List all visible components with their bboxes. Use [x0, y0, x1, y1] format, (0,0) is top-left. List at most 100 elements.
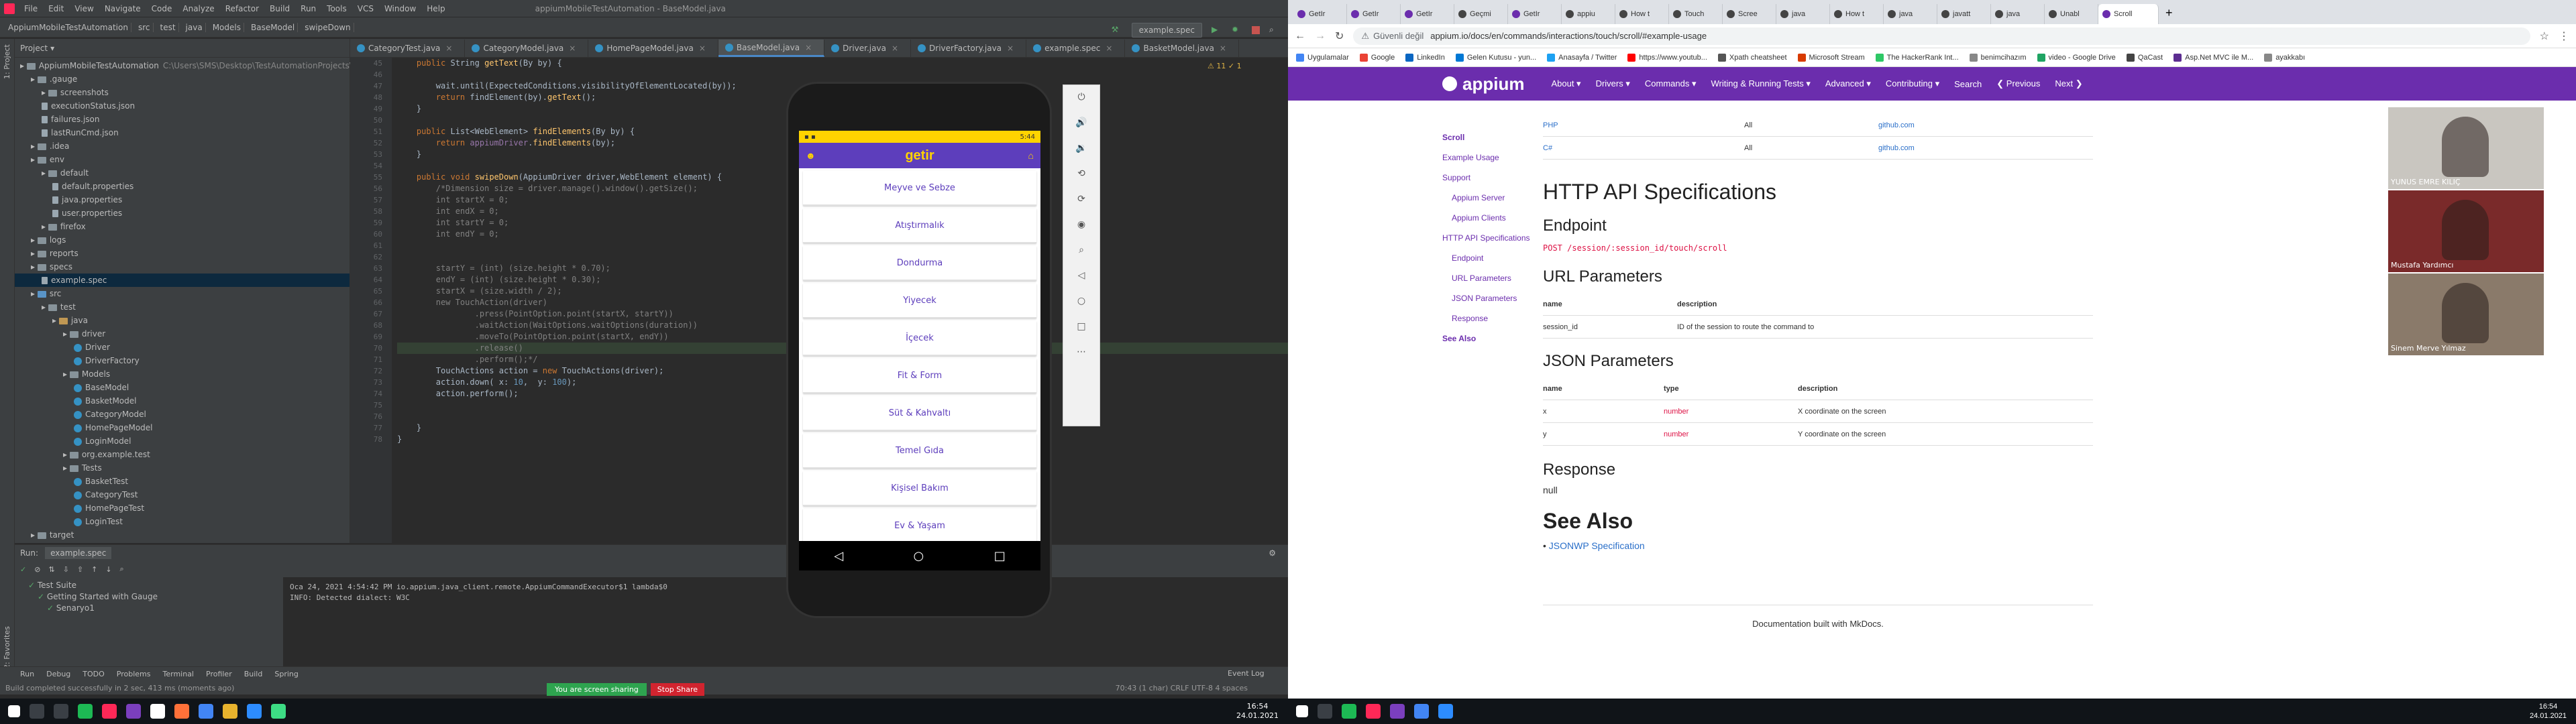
zoom-icon[interactable]: ⌕	[1073, 242, 1089, 258]
sidenav-item[interactable]: See Also	[1442, 328, 1543, 349]
participant-video[interactable]: Sinem Merve Yılmaz	[2388, 274, 2544, 355]
bookmark-item[interactable]: QaCast	[2126, 53, 2163, 62]
project-tree-item[interactable]: CategoryTest	[15, 488, 350, 501]
bookmark-item[interactable]: The HackerRank Int...	[1875, 53, 1959, 62]
menu-build[interactable]: Build	[268, 4, 291, 13]
file-explorer-icon[interactable]	[223, 704, 237, 719]
project-tree-item[interactable]: ▸ Models	[15, 367, 350, 381]
project-tree-item[interactable]: LoginTest	[15, 515, 350, 528]
back-icon[interactable]: ◁	[834, 549, 843, 563]
browser-tab[interactable]: java	[1991, 4, 2045, 24]
nav-link[interactable]: About ▾	[1551, 78, 1580, 89]
browser-tab[interactable]: GetIr	[1293, 4, 1347, 24]
search-icon[interactable]	[1318, 704, 1332, 719]
stop-share-button[interactable]: Stop Share	[650, 682, 705, 696]
search-icon[interactable]	[30, 704, 44, 719]
project-tree-item[interactable]: ▸ src	[15, 287, 350, 300]
code-line[interactable]: public String getText(By by) {	[397, 58, 1288, 69]
sort-icon[interactable]: ⇅	[48, 565, 54, 574]
project-tree-item[interactable]: java.properties	[15, 193, 350, 206]
category-item[interactable]: Ev & Yaşam	[803, 509, 1036, 544]
inspection-summary[interactable]: ⚠ 11 ✓ 1	[1208, 62, 1242, 70]
close-icon[interactable]: ×	[805, 43, 812, 52]
project-tree-item[interactable]: ▸ java	[15, 314, 350, 327]
project-tree-item[interactable]: ▸ org.example.test	[15, 448, 350, 461]
expand-arrow-icon[interactable]: ▸	[63, 463, 70, 473]
forward-arrow-icon[interactable]: →	[1315, 30, 1326, 42]
overview-icon[interactable]: □	[1073, 318, 1089, 335]
run-icon[interactable]: ▶	[1212, 25, 1222, 36]
bookmark-item[interactable]: Google	[1359, 53, 1395, 62]
menu-tools[interactable]: Tools	[325, 4, 348, 13]
menu-code[interactable]: Code	[150, 4, 174, 13]
project-tree-item[interactable]: HomePageTest	[15, 501, 350, 515]
category-item[interactable]: Temel Gıda	[803, 434, 1036, 469]
project-tree-item[interactable]: ▸ target	[15, 528, 350, 542]
project-tree-item[interactable]: executionStatus.json	[15, 99, 350, 113]
participant-video[interactable]: YUNUS EMRE KILIÇ	[2388, 107, 2544, 189]
bookmark-item[interactable]: Asp.Net MVC ile M...	[2174, 53, 2253, 62]
cursor-position[interactable]: 70:43 (1 char) CRLF UTF-8 4 spaces	[1116, 684, 1248, 692]
close-icon[interactable]: ×	[1106, 44, 1112, 53]
firefox-icon[interactable]	[174, 704, 189, 719]
expand-arrow-icon[interactable]: ▸	[42, 302, 48, 312]
tool-tab-terminal[interactable]: Terminal	[163, 670, 195, 678]
menu-view[interactable]: View	[73, 4, 95, 13]
nav-link[interactable]: Drivers ▾	[1596, 78, 1630, 89]
windows-start-icon[interactable]	[1296, 705, 1308, 717]
spotify-icon[interactable]	[78, 704, 93, 719]
project-tree-item[interactable]: BaseModel	[15, 381, 350, 394]
hammer-icon[interactable]: ⚒	[1112, 25, 1122, 36]
stop-icon[interactable]	[1252, 26, 1260, 34]
project-tree-item[interactable]: failures.json	[15, 113, 350, 126]
editor-tab[interactable]: CategoryTest.java ×	[350, 40, 466, 57]
sidenav-item[interactable]: Endpoint	[1442, 248, 1543, 268]
next-icon[interactable]: ↓	[105, 565, 111, 574]
taskbar-clock-left[interactable]: 16:54 24.01.2021	[1236, 702, 1279, 721]
sidenav-item[interactable]: Example Usage	[1442, 147, 1543, 168]
participant-video[interactable]: Mustafa Yardımcı	[2388, 190, 2544, 272]
jsonwp-link[interactable]: JSONWP Specification	[1549, 540, 1645, 551]
project-tree-item[interactable]: BasketTest	[15, 475, 350, 488]
browser-tab[interactable]: Touch	[1669, 4, 1723, 24]
more-icon[interactable]: ⋯	[1073, 344, 1089, 360]
gear-icon[interactable]: ⚙	[1269, 548, 1276, 558]
browser-tab[interactable]: How t	[1830, 4, 1884, 24]
zoom-icon[interactable]: ⌕	[120, 564, 124, 574]
browser-tab[interactable]: Scree	[1723, 4, 1776, 24]
bookmark-item[interactable]: Gelen Kutusu - yun...	[1455, 53, 1536, 62]
editor-tab[interactable]: example.spec ×	[1026, 40, 1126, 57]
new-tab-icon[interactable]: +	[2159, 6, 2180, 24]
volume-down-icon[interactable]: 🔉	[1073, 140, 1089, 156]
back-icon[interactable]: ◁	[1073, 267, 1089, 284]
profile-icon[interactable]: ☻	[806, 150, 816, 161]
task-view-icon[interactable]	[54, 704, 68, 719]
project-tree-item[interactable]: ▸ reports	[15, 247, 350, 260]
warning-icon[interactable]: ⚠	[1361, 31, 1369, 42]
category-item[interactable]: İçecek	[803, 321, 1036, 356]
project-tree-item[interactable]: BasketModel	[15, 394, 350, 408]
appium-logo[interactable]: appium	[1442, 74, 1524, 95]
run-tree-item[interactable]: ✓ Senaryo1	[28, 603, 283, 614]
browser-tab[interactable]: Scroll	[2098, 4, 2159, 24]
nav-link[interactable]: Writing & Running Tests ▾	[1711, 78, 1811, 89]
project-tree-item[interactable]: ▸ driver	[15, 327, 350, 341]
expand-arrow-icon[interactable]: ▸	[31, 74, 38, 84]
browser-tab[interactable]: javatt	[1937, 4, 1991, 24]
editor-tab[interactable]: DriverFactory.java ×	[911, 40, 1027, 57]
menu-analyze[interactable]: Analyze	[181, 4, 215, 13]
close-icon[interactable]: ×	[569, 44, 576, 53]
rotate-right-icon[interactable]: ⟳	[1073, 191, 1089, 207]
windows-start-icon[interactable]	[8, 705, 20, 717]
menu-window[interactable]: Window	[383, 4, 417, 13]
extensions-icon[interactable]: ⋮	[2559, 29, 2569, 43]
project-tree-item[interactable]: ▸ test	[15, 300, 350, 314]
camera-icon[interactable]: ◉	[1073, 217, 1089, 233]
project-panel-title[interactable]: Project	[20, 44, 48, 53]
expand-arrow-icon[interactable]: ▸	[31, 235, 38, 245]
close-icon[interactable]: ×	[1007, 44, 1014, 53]
browser-tab[interactable]: GetIr	[1401, 4, 1454, 24]
project-tree-item[interactable]: user.properties	[15, 206, 350, 220]
editor-tab[interactable]: Driver.java ×	[824, 40, 912, 57]
bookmark-item[interactable]: Uygulamalar	[1296, 53, 1349, 62]
